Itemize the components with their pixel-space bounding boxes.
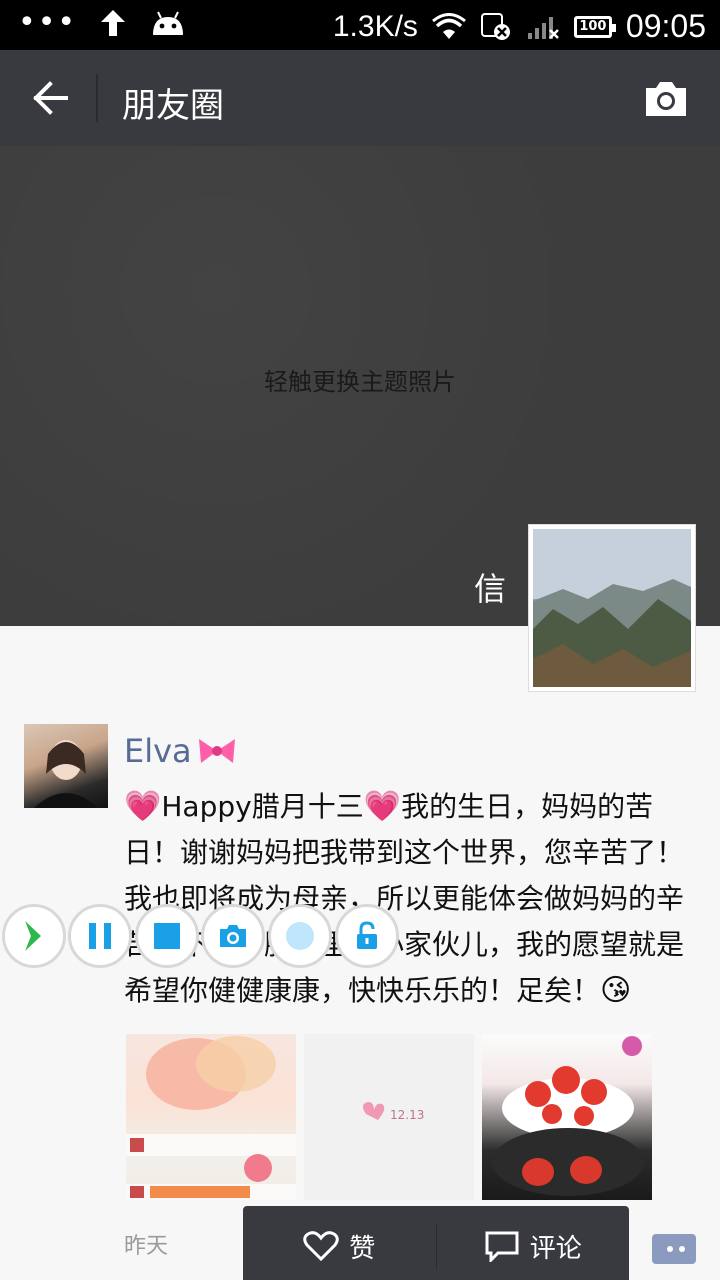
post-author-name[interactable]: Elva [124,732,238,770]
recorder-lock-button[interactable] [335,904,399,968]
heart-outline-icon [303,1231,339,1262]
post-image-date[interactable]: 12.13 [304,1034,474,1200]
comment-label: 评论 [529,1233,582,1264]
comment-button[interactable]: 评论 [437,1206,630,1280]
camera-icon [220,925,246,947]
title-divider [96,74,98,122]
avatar-landscape-image [533,529,691,687]
profile-avatar[interactable] [528,524,696,692]
status-bar: ••• 1.3K/s 100 09:05 [0,0,720,50]
unlock-icon [357,921,377,949]
post-image-chat-screenshot[interactable] [126,1034,296,1200]
wifi-icon [431,12,466,39]
circle-dot-icon [286,922,314,950]
screen-recorder-toolbar [2,904,400,968]
post-image-cake[interactable] [482,1034,652,1200]
upload-arrow-icon [101,10,126,36]
page-title: 朋友圈 [122,86,224,126]
recorder-collapse-button[interactable] [2,904,66,968]
stop-icon [154,923,180,949]
title-bar: 朋友圈 [0,50,720,146]
sim-disabled-icon [480,12,510,40]
recorder-facecam-button[interactable] [268,904,332,968]
android-icon [153,11,184,35]
battery-level: 100 [579,19,607,34]
recorder-screenshot-button[interactable] [201,904,265,968]
profile-name: 信 [473,570,506,608]
pink-heart-icon: 💗 [363,789,402,824]
like-button[interactable]: 赞 [243,1206,436,1280]
post-text-line1: Happy腊月十三 [161,790,364,823]
like-label: 赞 [349,1233,376,1264]
kiss-emoji-icon: 😘 [600,973,632,1008]
chevron-right-icon [25,921,41,951]
back-arrow-icon[interactable] [28,76,72,120]
post-time: 昨天 [124,1234,169,1259]
cover-hint: 轻触更换主题照片 [264,368,456,396]
signal-no-service-icon [527,16,559,39]
post-images: 12.13 [126,1034,652,1200]
network-speed: 1.3K/s [332,9,418,43]
camera-icon[interactable] [642,78,690,118]
recorder-pause-button[interactable] [68,904,132,968]
post-author-avatar[interactable] [24,724,108,808]
pink-bow-icon [198,739,235,763]
comment-bubble-icon [485,1231,519,1262]
notification-more-icon: ••• [18,5,78,40]
author-name-text: Elva [124,732,192,770]
clock: 09:05 [625,8,706,44]
post-text: 💗Happy腊月十三💗我的生日，妈妈的苦日！谢谢妈妈把我带到这个世界，您辛苦了！… [124,784,698,1014]
pause-icon [89,923,111,949]
more-actions-icon[interactable] [652,1234,696,1264]
like-comment-popup: 赞 评论 [243,1206,629,1280]
pink-heart-icon: 💗 [124,789,162,824]
recorder-stop-button[interactable] [135,904,199,968]
thumb-date-caption: 12.13 [390,1108,425,1122]
battery-icon: 100 [573,15,616,38]
